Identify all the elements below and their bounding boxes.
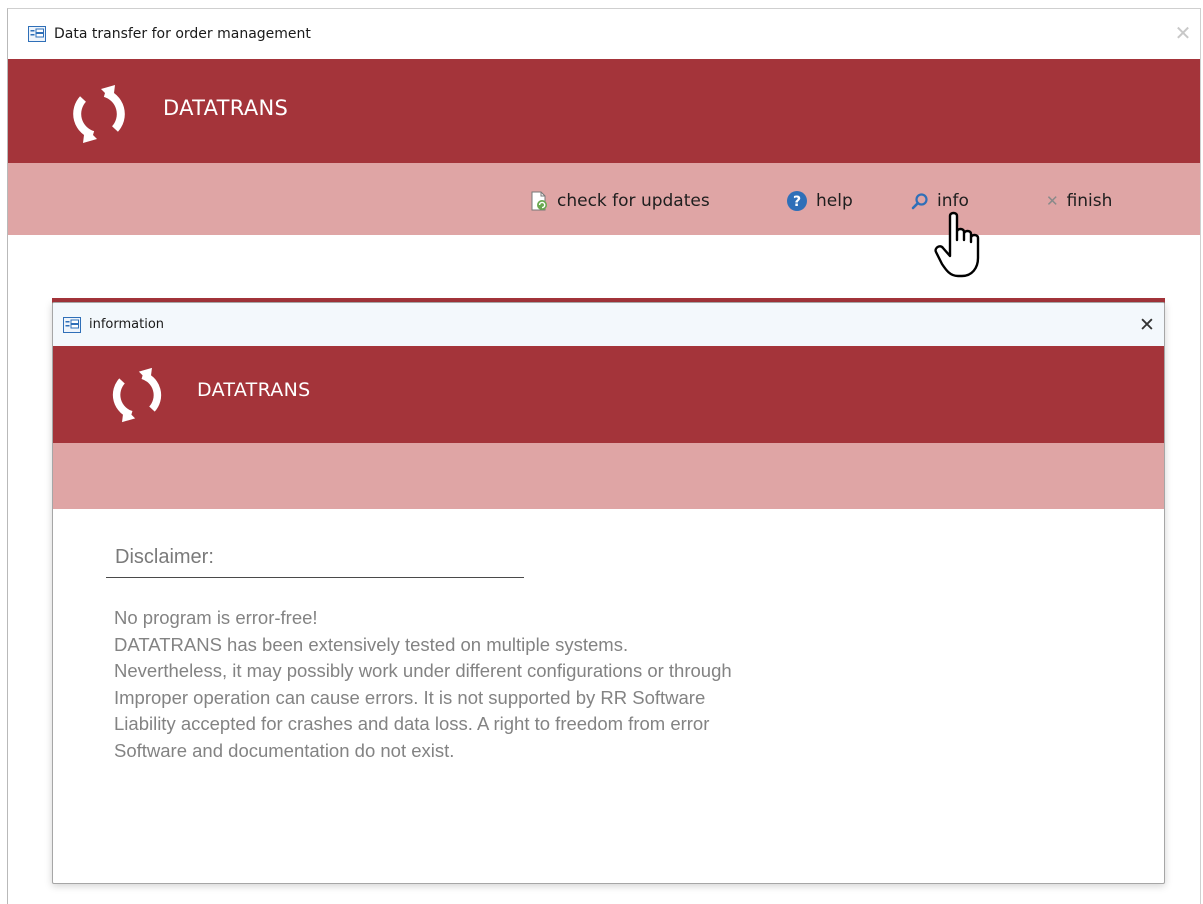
disclaimer-line: No program is error-free! [114,607,318,628]
banner-logo-text: DATATRANS [163,96,289,120]
dialog-logo-text: DATATRANS [197,379,311,401]
help-label: help [816,191,853,211]
info-label: info [937,191,969,211]
dialog-title: information [89,317,165,332]
finish-label: finish [1066,191,1113,211]
main-banner: DATATRANS [8,59,1200,163]
svg-text:?: ? [793,194,801,210]
main-toolbar: check for updates ? help info ✕ finish [8,163,1200,235]
disclaimer-body: No program is error-free! DATATRANS has … [114,605,1114,764]
disclaimer-heading: Disclaimer: [115,546,214,568]
disclaimer-line: Liability accepted for crashes and data … [114,713,710,734]
disclaimer-line: Improper operation can cause errors. It … [114,686,706,708]
form-icon [63,316,81,333]
dialog-banner: DATATRANS [53,346,1164,443]
form-icon [28,26,46,42]
main-window-title: Data transfer for order management [54,26,311,42]
help-circle-icon: ? [786,190,808,212]
disclaimer-line: Software and documentation do not exist. [114,739,455,761]
hand-pointer-icon [934,211,980,278]
magnifier-icon [911,192,929,210]
information-dialog: information ✕ DATATRANS Disclaimer: No p… [52,302,1165,884]
sync-logo-icon [112,367,162,423]
dialog-titlebar: information ✕ [53,303,1164,346]
dialog-toolbar [53,443,1164,509]
disclaimer-line: DATATRANS has been extensively tested on… [114,633,629,655]
x-icon: ✕ [1046,192,1059,210]
update-document-icon [529,191,549,211]
check-for-updates-button[interactable]: check for updates [529,189,710,213]
help-button[interactable]: ? help [786,189,853,213]
disclaimer-line: Nevertheless, it may possibly work under… [114,660,732,681]
check-for-updates-label: check for updates [557,191,710,211]
sync-logo-icon [73,85,125,143]
main-titlebar: Data transfer for order management ✕ [8,9,1200,59]
dialog-close-button[interactable]: ✕ [1134,312,1160,338]
finish-button[interactable]: ✕ finish [1046,189,1112,213]
main-close-button[interactable]: ✕ [1172,22,1194,44]
disclaimer-divider [106,577,524,578]
